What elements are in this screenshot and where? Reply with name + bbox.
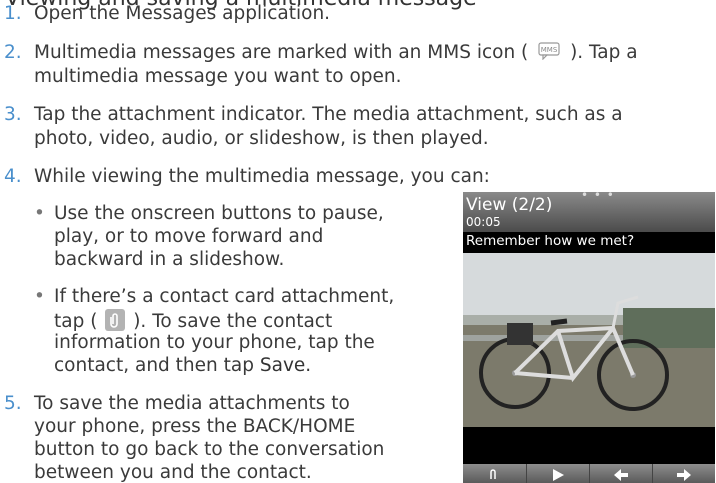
step-5-line-4: between you and the contact. — [34, 462, 312, 483]
bullet-1-line-2: play, or to move forward and — [54, 226, 324, 247]
step-4-text: While viewing the multimedia message, yo… — [34, 166, 490, 187]
next-button[interactable] — [652, 464, 714, 483]
menu-dots[interactable]: • • • — [581, 192, 615, 202]
step-5-line-1: To save the media attachments to — [34, 393, 350, 414]
bullet-2-text-b: ). To save the contact — [133, 311, 333, 332]
next-icon — [677, 469, 691, 481]
bullet-2-line-2: tap ( ). To save the contact — [54, 309, 332, 332]
bullet-2-line-1: If there’s a contact card attachment, — [54, 286, 395, 307]
play-button[interactable] — [526, 464, 588, 483]
bullet-2-line-4: contact, and then tap Save. — [54, 355, 311, 376]
step-5-line-2: your phone, press the BACK/HOME — [34, 416, 356, 437]
step-number: 2. — [4, 42, 22, 63]
step-2-line-2: multimedia message you want to open. — [34, 66, 402, 87]
play-icon — [553, 469, 564, 481]
playback-toolbar — [463, 464, 715, 483]
step-number: 5. — [4, 393, 22, 414]
phone-header: • • • View (2/2) 00:05 — [463, 192, 715, 232]
phone-screenshot: • • • View (2/2) 00:05 Remember how we m… — [463, 192, 715, 483]
save-label: Save. — [259, 355, 312, 376]
step-5-line-3: button to go back to the conversation — [34, 439, 385, 460]
playback-time: 00:05 — [466, 215, 501, 229]
bullet-2-text-c: contact, and then tap — [54, 355, 260, 376]
bullet-2-line-3: information to your phone, tap the — [54, 332, 375, 353]
previous-icon — [614, 469, 628, 481]
svg-text:MMS: MMS — [541, 46, 558, 54]
step-3-line-1: Tap the attachment indicator. The media … — [34, 104, 623, 125]
bicycle-photo[interactable] — [463, 253, 715, 427]
phone-title: View (2/2) — [466, 195, 553, 215]
bullet-1-line-3: backward in a slideshow. — [54, 249, 285, 270]
step-3-line-2: photo, video, audio, or slideshow, is th… — [34, 128, 489, 149]
attachment-button[interactable] — [463, 464, 525, 483]
mms-icon: MMS — [538, 42, 560, 61]
paperclip-icon — [105, 309, 126, 331]
step-1-text: Open the Messages application. — [34, 3, 331, 24]
bullet-1-line-1: Use the onscreen buttons to pause, — [54, 203, 384, 224]
bullet-2-text-a: tap ( — [54, 311, 98, 332]
step-2-line-1: Multimedia messages are marked with an M… — [34, 42, 638, 63]
paperclip-icon — [490, 469, 496, 479]
previous-button[interactable] — [589, 464, 651, 483]
step-2-text-b: ). Tap a — [570, 42, 638, 63]
bullet-dot: • — [34, 203, 45, 224]
message-subject: Remember how we met? — [466, 233, 635, 249]
step-number: 1. — [4, 3, 22, 24]
step-2-text-a: Multimedia messages are marked with an M… — [34, 42, 529, 63]
step-number: 3. — [4, 104, 22, 125]
bullet-dot: • — [34, 286, 45, 307]
step-number: 4. — [4, 166, 22, 187]
